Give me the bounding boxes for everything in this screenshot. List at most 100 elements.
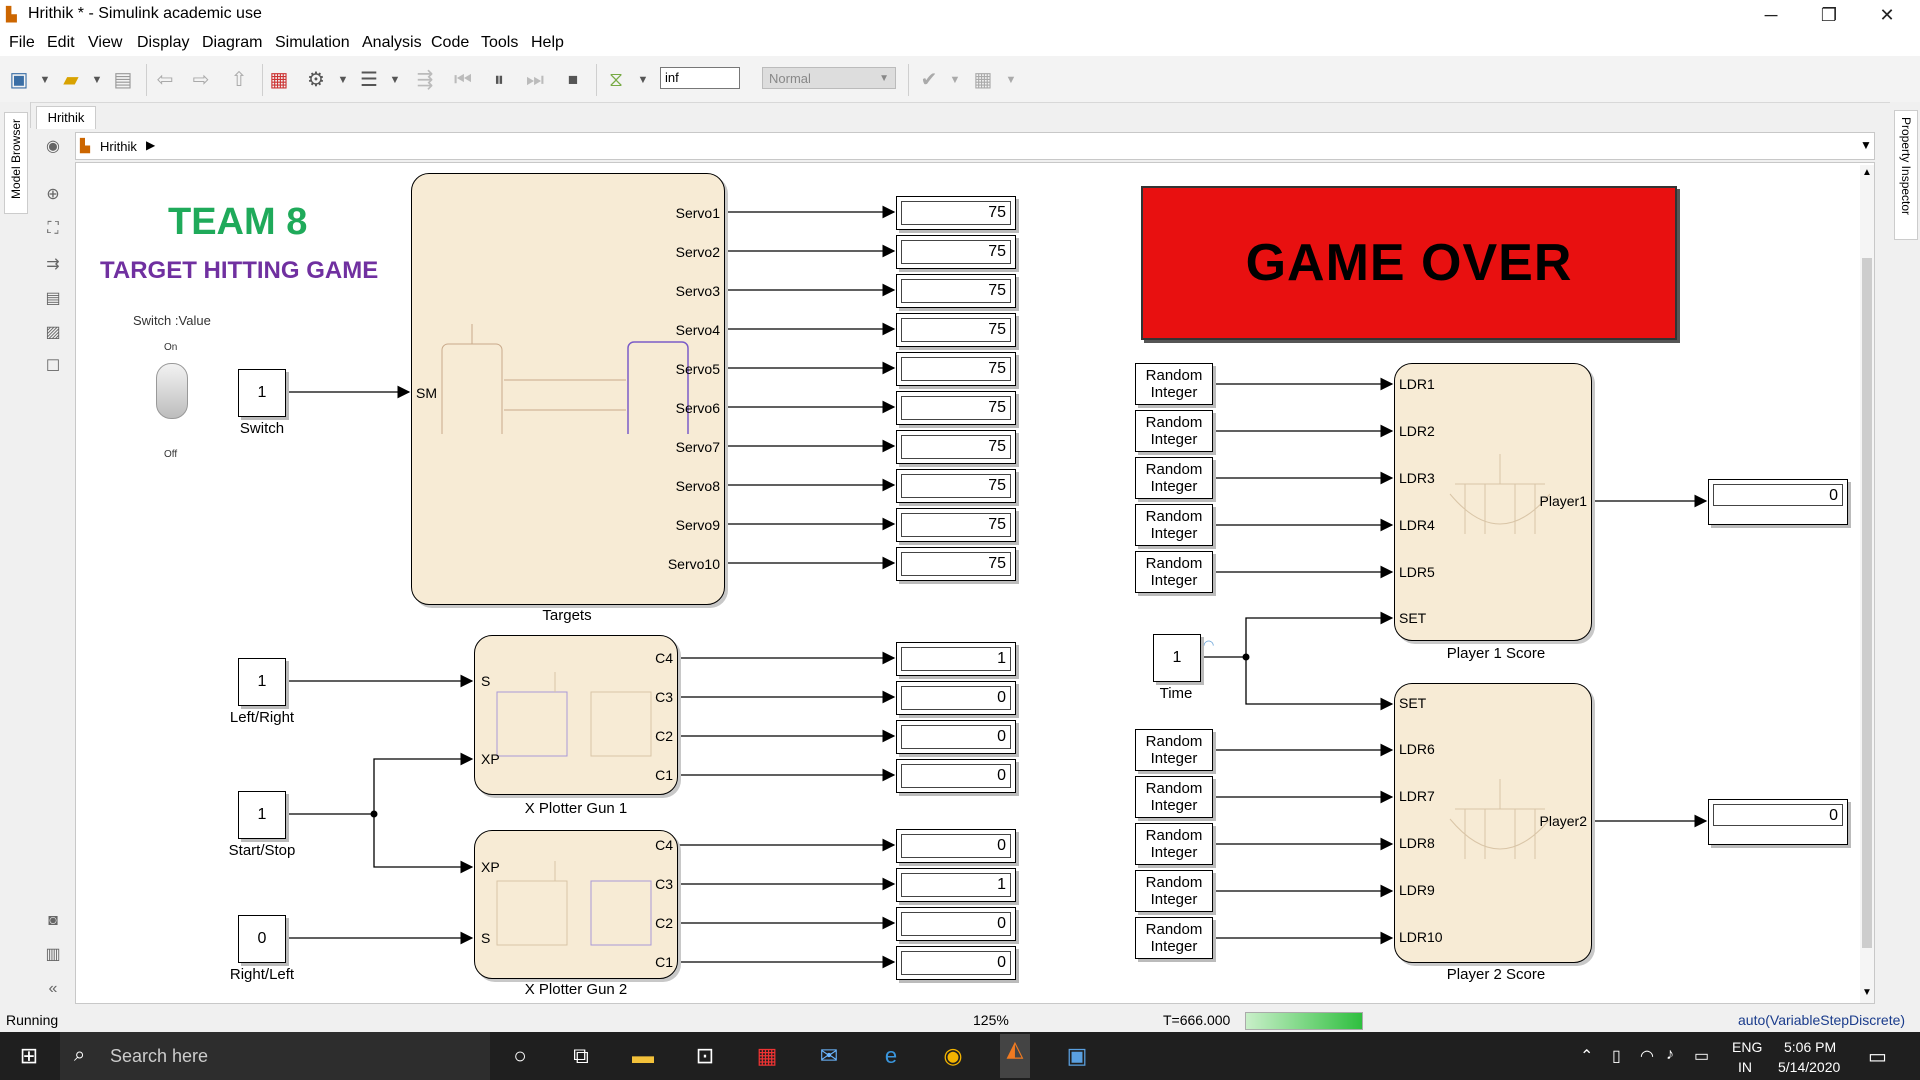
menu-edit[interactable]: Edit (47, 34, 75, 52)
pause-icon[interactable]: ⏸ (486, 67, 512, 93)
model-explorer-icon[interactable]: ☰ (356, 67, 382, 93)
area-icon[interactable]: ☐ (42, 356, 64, 378)
step-back-icon[interactable]: ⏮ (450, 67, 476, 93)
collapse-left-icon[interactable]: « (42, 978, 64, 1000)
notifications-icon[interactable]: ▭ (1868, 1044, 1887, 1069)
menu-help[interactable]: Help (531, 34, 564, 52)
tab-model[interactable]: Hrithik (36, 106, 96, 129)
right-left-constant-block[interactable]: 0 (238, 915, 286, 963)
menu-code[interactable]: Code (431, 34, 469, 52)
switch-constant-block[interactable]: 1 (238, 369, 286, 417)
photos-icon[interactable]: ▣ (1062, 1041, 1092, 1071)
gun1-c2-display[interactable]: 0 (896, 720, 1016, 754)
random-integer-block[interactable]: Random Integer (1135, 457, 1213, 499)
mail-icon[interactable]: ✉ (814, 1041, 844, 1071)
matlab-icon[interactable]: ◭ (1000, 1034, 1030, 1078)
search-box[interactable]: ⌕ Search here (60, 1032, 490, 1080)
model-canvas[interactable]: TEAM 8 TARGET HITTING GAME Switch :Value… (75, 162, 1875, 1004)
servo3-display[interactable]: 75 (896, 274, 1016, 308)
gun1-c3-display[interactable]: 0 (896, 681, 1016, 715)
tray-chevron-icon[interactable]: ⌃ (1580, 1046, 1593, 1066)
image-icon[interactable]: ▨ (42, 322, 64, 344)
edge-icon[interactable]: e (876, 1041, 906, 1071)
arrow-routing-icon[interactable]: ⇉ (42, 254, 64, 276)
store-icon[interactable]: ⊡ (690, 1041, 720, 1071)
time-constant-block[interactable]: 1 (1153, 634, 1201, 682)
volume-icon[interactable]: ♪ (1666, 1046, 1674, 1064)
solver-link[interactable]: auto(VariableStepDiscrete) (1738, 1012, 1905, 1028)
library-browser-icon[interactable]: ▦ (266, 67, 292, 93)
servo7-display[interactable]: 75 (896, 430, 1016, 464)
random-integer-block[interactable]: Random Integer (1135, 823, 1213, 865)
breadcrumb-dropdown-icon[interactable]: ▼ (1860, 138, 1872, 152)
explorer-dropdown-icon[interactable]: ▼ (382, 67, 408, 93)
settings-dropdown-icon[interactable]: ▼ (330, 67, 356, 93)
scroll-up-icon[interactable]: ▲ (1862, 167, 1872, 178)
save-icon[interactable]: ▤ (110, 67, 136, 93)
servo1-display[interactable]: 75 (896, 196, 1016, 230)
scroll-down-icon[interactable]: ▼ (1862, 987, 1872, 998)
restore-button[interactable]: ❐ (1800, 0, 1858, 30)
random-integer-block[interactable]: Random Integer (1135, 551, 1213, 593)
gun1-c1-display[interactable]: 0 (896, 759, 1016, 793)
hide-show-icon[interactable]: ◉ (42, 136, 64, 158)
task-view-icon[interactable]: ⧉ (566, 1041, 596, 1071)
random-integer-block[interactable]: Random Integer (1135, 776, 1213, 818)
annotation-icon[interactable]: ▤ (42, 288, 64, 310)
report-icon[interactable]: ▥ (42, 944, 64, 966)
zoom-in-icon[interactable]: ⊕ (42, 184, 64, 206)
servo2-display[interactable]: 75 (896, 235, 1016, 269)
servo4-display[interactable]: 75 (896, 313, 1016, 347)
breadcrumb-model[interactable]: Hrithik (100, 139, 137, 154)
menu-analysis[interactable]: Analysis (362, 34, 422, 52)
random-integer-block[interactable]: Random Integer (1135, 729, 1213, 771)
advisor-dropdown-icon[interactable]: ▼ (942, 67, 968, 93)
wifi-icon[interactable]: ◠ (1640, 1046, 1654, 1066)
menu-simulation[interactable]: Simulation (275, 34, 350, 52)
property-inspector-tab[interactable]: Property Inspector (1894, 110, 1918, 240)
menu-display[interactable]: Display (137, 34, 189, 52)
servo5-display[interactable]: 75 (896, 352, 1016, 386)
menu-diagram[interactable]: Diagram (202, 34, 262, 52)
model-settings-gear-icon[interactable]: ⚙ (303, 67, 329, 93)
start-stop-constant-block[interactable]: 1 (238, 791, 286, 839)
model-advisor-check-icon[interactable]: ✔ (916, 67, 942, 93)
inspector-dropdown-icon[interactable]: ▼ (630, 67, 656, 93)
open-dropdown-icon[interactable]: ▼ (84, 67, 110, 93)
close-button[interactable]: ✕ (1858, 0, 1916, 30)
random-integer-block[interactable]: Random Integer (1135, 410, 1213, 452)
x-plotter-gun2-block[interactable]: XP S C4 C3 C2 C1 (474, 830, 678, 979)
up-arrow-icon[interactable]: ⇧ (226, 67, 252, 93)
fit-to-view-icon[interactable]: ⛶ (42, 218, 64, 240)
step-back-config-icon[interactable]: ⇶ (412, 67, 438, 93)
random-integer-block[interactable]: Random Integer (1135, 504, 1213, 546)
file-explorer-icon[interactable]: ▬ (628, 1041, 658, 1071)
data-inspector-icon[interactable]: ⧖ (603, 67, 629, 93)
build-icon[interactable]: ▦ (970, 67, 996, 93)
gift-app-icon[interactable]: ▦ (752, 1041, 782, 1071)
player1-score-display[interactable]: 0 (1708, 479, 1848, 525)
servo9-display[interactable]: 75 (896, 508, 1016, 542)
cortana-icon[interactable]: ○ (505, 1041, 535, 1071)
toggle-switch[interactable] (156, 363, 188, 419)
gun2-c3-display[interactable]: 1 (896, 868, 1016, 902)
open-folder-icon[interactable]: ▰ (58, 67, 84, 93)
player2-score-display[interactable]: 0 (1708, 799, 1848, 845)
servo10-display[interactable]: 75 (896, 547, 1016, 581)
chrome-icon[interactable]: ◉ (938, 1041, 968, 1071)
left-right-constant-block[interactable]: 1 (238, 658, 286, 706)
player1-score-block[interactable]: LDR1 LDR2 LDR3 LDR4 LDR5 SET Player1 (1394, 363, 1592, 641)
random-integer-block[interactable]: Random Integer (1135, 870, 1213, 912)
scrollbar-thumb[interactable] (1862, 258, 1872, 948)
build-dropdown-icon[interactable]: ▼ (998, 67, 1024, 93)
new-model-icon[interactable]: ▣ (6, 67, 32, 93)
gun2-c1-display[interactable]: 0 (896, 946, 1016, 980)
step-forward-icon[interactable]: ⏭ (522, 67, 548, 93)
display-icon[interactable]: ▭ (1694, 1046, 1709, 1066)
servo6-display[interactable]: 75 (896, 391, 1016, 425)
targets-chart-block[interactable]: SM Servo1 Servo2 Servo3 Servo4 Servo5 Se… (411, 173, 725, 605)
new-dropdown-icon[interactable]: ▼ (32, 67, 58, 93)
model-browser-tab[interactable]: Model Browser (4, 112, 28, 214)
windows-start-icon[interactable]: ⊞ (14, 1041, 44, 1071)
clock-time[interactable]: 5:06 PM (1784, 1039, 1836, 1055)
